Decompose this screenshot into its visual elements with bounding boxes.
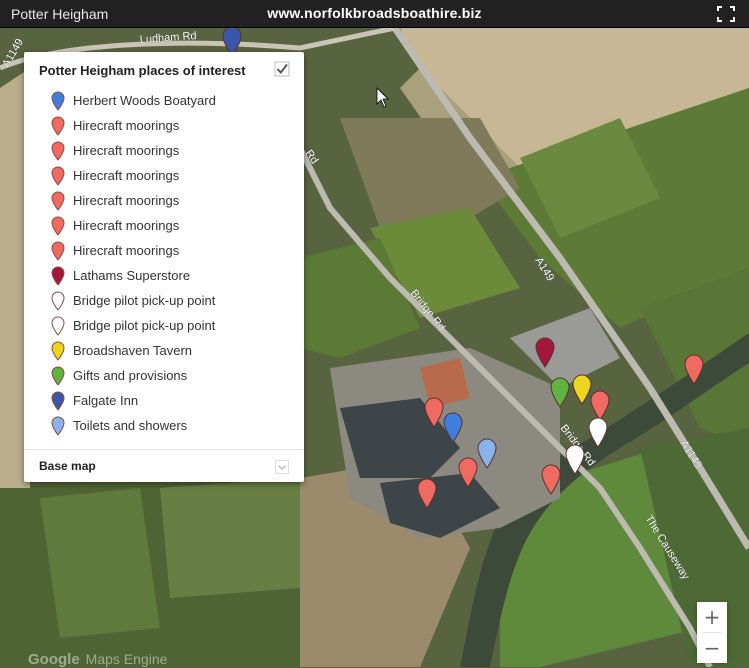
field-green [160,478,300,598]
legend-item-label: Lathams Superstore [73,268,191,283]
legend-item[interactable]: Gifts and provisions [24,364,304,389]
map-pin-icon [51,241,65,261]
map-pin-icon [51,166,65,186]
map-pin-icon [51,416,65,436]
legend-item[interactable]: Hirecraft moorings [24,189,304,214]
legend-item-label: Falgate Inn [73,393,139,408]
map-pin-icon [51,141,65,161]
map-pin-icon [51,116,65,136]
legend-title: Potter Heigham places of interest [39,63,246,78]
map-pin-icon [51,391,65,411]
map-pin-icon [51,266,65,286]
map-pin-icon [51,341,65,361]
legend-item-label: Hirecraft moorings [73,118,180,133]
map-pin-icon [51,316,65,336]
legend-item[interactable]: Toilets and showers [24,414,304,439]
legend-item[interactable]: Herbert Woods Boatyard [24,89,304,114]
legend-list: Herbert Woods Boatyard Hirecraft moorings… [24,89,304,439]
legend-item-label: Gifts and provisions [73,368,188,383]
legend-item-label: Bridge pilot pick-up point [73,293,216,308]
map-pin-icon [51,291,65,311]
legend-item[interactable]: Bridge pilot pick-up point [24,289,304,314]
legend-item[interactable]: Broadshaven Tavern [24,339,304,364]
google-logo: Google [28,651,80,668]
legend-item[interactable]: Lathams Superstore [24,264,304,289]
legend-item-label: Hirecraft moorings [73,243,180,258]
google-attribution: Google Maps Engine [28,651,167,668]
legend-item-label: Herbert Woods Boatyard [73,93,216,108]
field-green [40,488,160,638]
zoom-controls: + − [697,602,727,663]
fullscreen-icon[interactable] [717,6,735,22]
legend-panel: Potter Heigham places of interest Herber… [24,52,304,482]
top-bar: Potter Heigham www.norfolkbroadsboathire… [0,0,749,28]
site-url[interactable]: www.norfolkbroadsboathire.biz [0,5,749,21]
layer-checkbox[interactable] [274,61,290,77]
legend-item-label: Hirecraft moorings [73,193,180,208]
legend-item-label: Hirecraft moorings [73,143,180,158]
legend-item-label: Hirecraft moorings [73,168,180,183]
legend-item[interactable]: Hirecraft moorings [24,164,304,189]
legend-item[interactable]: Hirecraft moorings [24,114,304,139]
base-map-toggle[interactable]: Base map [39,459,96,473]
legend-item-label: Broadshaven Tavern [73,343,193,358]
divider [24,449,304,450]
map-pin-icon [51,91,65,111]
legend-item[interactable]: Falgate Inn [24,389,304,414]
legend-item-label: Hirecraft moorings [73,218,180,233]
zoom-in-button[interactable]: + [697,602,727,632]
legend-item[interactable]: Hirecraft moorings [24,139,304,164]
chevron-down-icon[interactable] [275,460,289,474]
map-pin-icon [51,216,65,236]
legend-item-label: Bridge pilot pick-up point [73,318,216,333]
zoom-out-button[interactable]: − [697,633,727,663]
map-pin-icon [51,191,65,211]
map-pin-icon [51,366,65,386]
legend-item-label: Toilets and showers [73,418,188,433]
legend-item[interactable]: Bridge pilot pick-up point [24,314,304,339]
legend-item[interactable]: Hirecraft moorings [24,239,304,264]
attribution-text: Maps Engine [85,651,168,667]
legend-item[interactable]: Hirecraft moorings [24,214,304,239]
